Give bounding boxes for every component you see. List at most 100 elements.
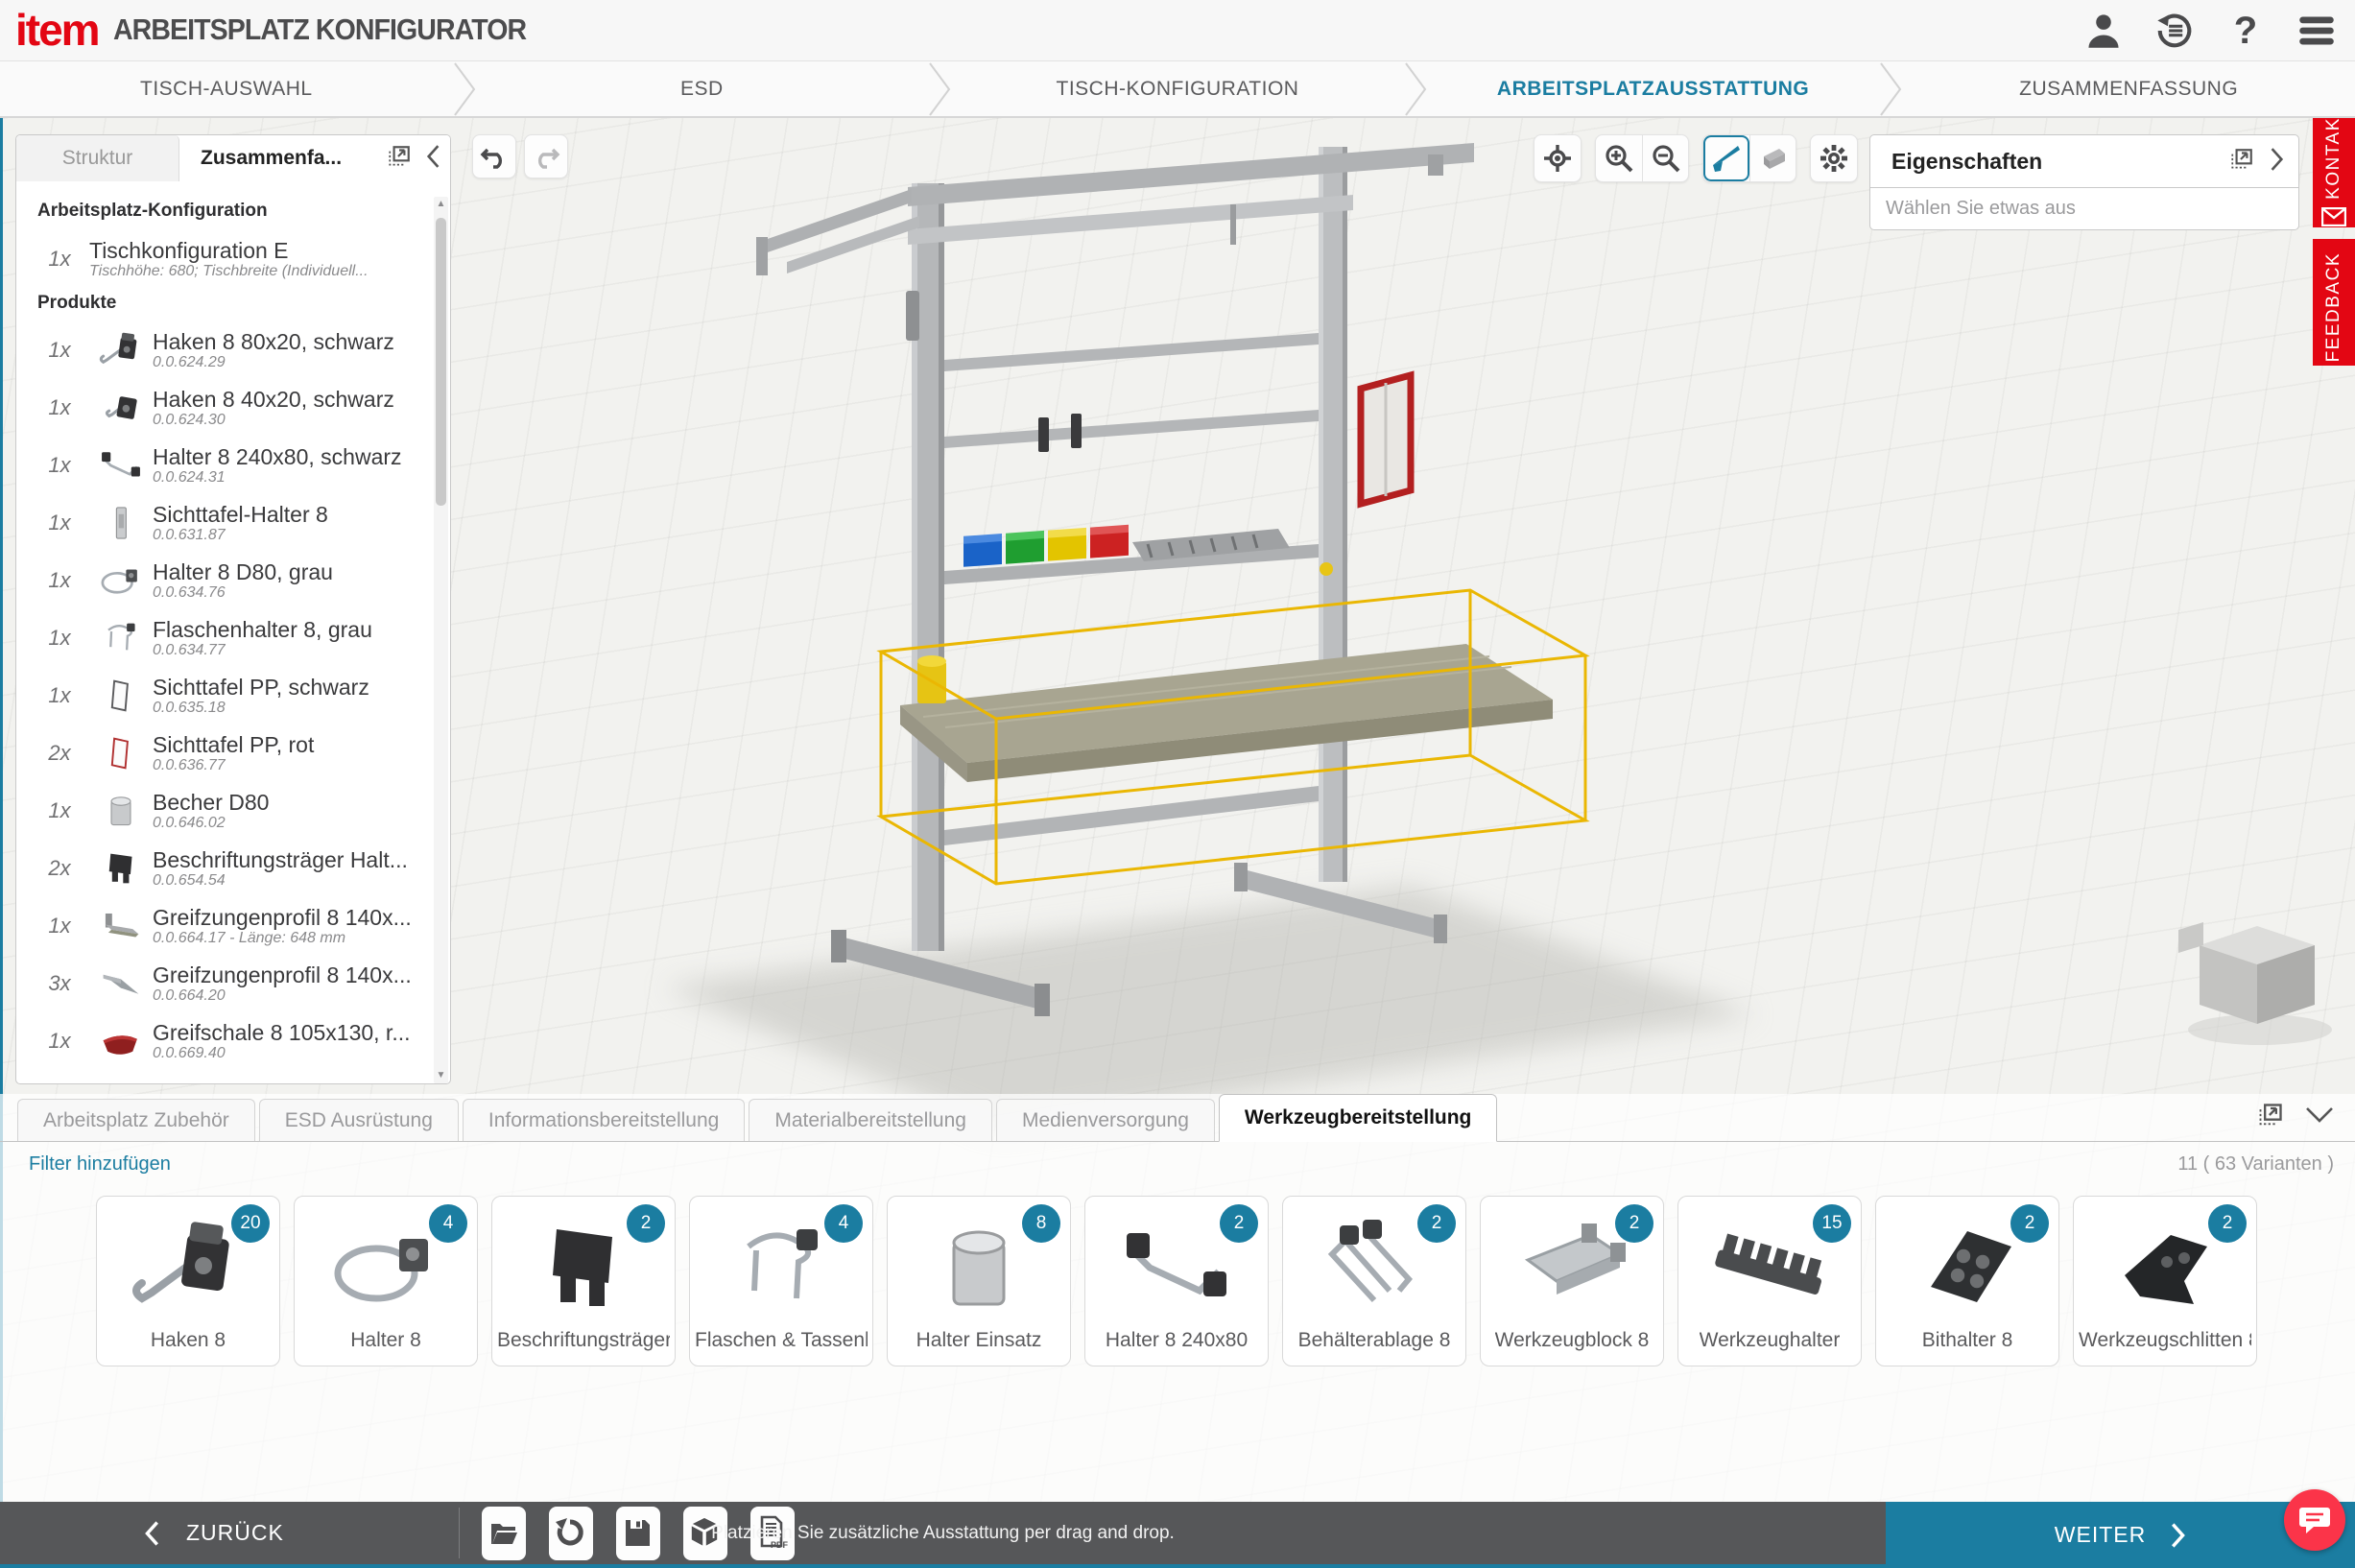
help-icon[interactable]: ?	[2224, 10, 2267, 52]
list-item[interactable]: 1xFlaschenhalter 8, grau0.0.634.77	[30, 609, 417, 667]
catalog-tab-esd-ausrüstung[interactable]: ESD Ausrüstung	[259, 1099, 459, 1141]
item-quantity: 1x	[30, 798, 89, 823]
list-item[interactable]: 1xHaken 8 40x20, schwarz0.0.624.30	[30, 379, 417, 437]
open-folder-icon[interactable]	[482, 1507, 526, 1560]
settings-gear-icon[interactable]	[1811, 135, 1857, 181]
properties-selection-field[interactable]: Wählen Sie etwas aus	[1869, 188, 2299, 230]
popout-properties-icon[interactable]	[2229, 147, 2254, 177]
product-card-haken-8[interactable]: 20Haken 8	[96, 1196, 280, 1366]
list-item[interactable]: 2xSichttafel PP, rot0.0.636.77	[30, 725, 417, 782]
item-code: 0.0.635.18	[153, 700, 417, 717]
step-zusammenfassung[interactable]: ZUSAMMENFASSUNG	[1902, 61, 2355, 116]
panel-scrollbar[interactable]: ▲ ▼	[434, 197, 448, 1083]
list-item[interactable]: 1xBecher D800.0.646.02	[30, 782, 417, 840]
item-code: 0.0.631.87	[153, 527, 417, 544]
product-card-behälterablage-8[interactable]: 2Behälterablage 8	[1282, 1196, 1466, 1366]
product-card-werkzeugschlitten-8[interactable]: 2Werkzeugschlitten 8	[2073, 1196, 2257, 1366]
envelope-icon	[2321, 207, 2346, 231]
item-code: 0.0.669.40	[153, 1045, 417, 1062]
list-item[interactable]: 1xSichttafel-Halter 80.0.631.87	[30, 494, 417, 552]
step-arbeitsplatzausstattung[interactable]: ARBEITSPLATZAUSSTATTUNG	[1427, 61, 1880, 116]
paint-mode-icon[interactable]	[1703, 135, 1749, 181]
item-code: 0.0.654.54	[153, 872, 417, 890]
variant-count-badge: 15	[1813, 1204, 1851, 1243]
list-item[interactable]: 2xBeschriftungsträger Halt...0.0.654.54	[30, 840, 417, 897]
product-thumbnail-icon	[89, 619, 153, 657]
viewport-toolbar	[1534, 134, 1858, 182]
list-item[interactable]: 1xGreifschale 8 105x130, r...0.0.669.40	[30, 1012, 417, 1070]
config-list-item[interactable]: 1x Tischkonfiguration E Tischhöhe: 680; …	[30, 229, 417, 289]
popout-catalog-icon[interactable]	[2257, 1102, 2284, 1133]
cube-3d-icon[interactable]	[683, 1507, 727, 1560]
expand-properties-icon[interactable]	[2270, 147, 2285, 177]
list-item[interactable]: 1xGreifzungenprofil 8 140x...0.0.664.17 …	[30, 897, 417, 955]
item-name: Haken 8 40x20, schwarz	[153, 387, 417, 412]
undo-button[interactable]	[472, 134, 516, 178]
chat-widget-button[interactable]	[2284, 1489, 2345, 1551]
product-card-halter-einsatz[interactable]: 8 Halter Einsatz	[887, 1196, 1071, 1366]
step-tisch-konfiguration[interactable]: TISCH-KONFIGURATION	[951, 61, 1404, 116]
item-quantity: 1x	[30, 914, 89, 938]
item-code: 0.0.634.77	[153, 642, 417, 659]
variant-count-badge: 4	[429, 1204, 467, 1243]
scroll-up-icon[interactable]: ▲	[434, 197, 448, 212]
collapse-catalog-icon[interactable]	[2305, 1106, 2334, 1128]
back-button[interactable]: ZURÜCK	[144, 1502, 284, 1564]
menu-icon[interactable]	[2296, 10, 2338, 52]
zoom-out-icon[interactable]	[1642, 135, 1688, 181]
product-card-werkzeugblock-8[interactable]: 2Werkzeugblock 8	[1480, 1196, 1664, 1366]
product-card-beschriftungsträger[interactable]: 2Beschriftungsträger	[491, 1196, 676, 1366]
catalog-tab-materialbereitstellung[interactable]: Materialbereitstellung	[749, 1099, 992, 1141]
section-header-config: Arbeitsplatz-Konfiguration	[37, 201, 417, 222]
product-card-werkzeughalter[interactable]: 15Werkzeughalter	[1677, 1196, 1862, 1366]
list-item[interactable]: 3xGreifzungenprofil 8 140x...0.0.664.20	[30, 955, 417, 1012]
scrollbar-thumb[interactable]	[436, 218, 446, 506]
variant-count-badge: 8	[1022, 1204, 1060, 1243]
popout-panel-icon[interactable]	[387, 144, 412, 174]
reset-icon[interactable]	[549, 1507, 593, 1560]
add-filter-link[interactable]: Filter hinzufügen	[29, 1153, 171, 1176]
save-icon[interactable]	[616, 1507, 660, 1560]
product-card-bithalter-8[interactable]: 2Bithalter 8	[1875, 1196, 2059, 1366]
product-thumbnail-icon	[89, 964, 153, 1003]
item-quantity: 1x	[30, 395, 89, 420]
product-card-halter-8-240x80[interactable]: 2Halter 8 240x80	[1084, 1196, 1269, 1366]
variant-count-badge: 2	[1615, 1204, 1653, 1243]
item-name: Greifschale 8 105x130, r...	[153, 1020, 417, 1045]
pdf-export-icon[interactable]: PDF	[750, 1507, 795, 1560]
catalog-tab-arbeitsplatz-zubehör[interactable]: Arbeitsplatz Zubehör	[17, 1099, 255, 1141]
list-item[interactable]: 1xSichttafel PP, schwarz0.0.635.18	[30, 667, 417, 725]
arbeitsplatz-konfigurator-app: item ARBEITSPLATZ KONFIGURATOR ? TISCH-A…	[0, 0, 2355, 1568]
variant-count: 11 ( 63 Varianten )	[2177, 1153, 2334, 1176]
solid-mode-icon[interactable]	[1749, 135, 1796, 181]
tab-struktur[interactable]: Struktur	[16, 135, 179, 181]
product-image	[2107, 1197, 2223, 1329]
step-esd[interactable]: ESD	[476, 61, 929, 116]
step-tisch-auswahl[interactable]: TISCH-AUSWAHL	[0, 61, 453, 116]
list-item[interactable]: 1xHaken 8 80x20, schwarz0.0.624.29	[30, 321, 417, 379]
redo-button[interactable]	[524, 134, 568, 178]
product-card-flaschen-tassenh-[interactable]: 4Flaschen & Tassenh...	[689, 1196, 873, 1366]
history-icon[interactable]	[2153, 10, 2196, 52]
list-item[interactable]: 1xHalter 8 240x80, schwarz0.0.624.31	[30, 437, 417, 494]
user-icon[interactable]	[2082, 10, 2125, 52]
product-card-halter-8[interactable]: 4Halter 8	[294, 1196, 478, 1366]
product-card-label: Bithalter 8	[1922, 1329, 2013, 1366]
feedback-tab[interactable]: FEEDBACK	[2313, 239, 2355, 366]
catalog-tab-informationsbereitstellung[interactable]: Informationsbereitstellung	[463, 1099, 745, 1141]
catalog-tab-medienversorgung[interactable]: Medienversorgung	[996, 1099, 1215, 1141]
product-thumbnail-icon	[89, 1022, 153, 1060]
item-quantity: 1x	[30, 511, 89, 535]
zoom-in-icon[interactable]	[1596, 135, 1642, 181]
product-thumbnail-icon	[89, 734, 153, 772]
scroll-down-icon[interactable]: ▼	[434, 1068, 448, 1083]
product-card-label: Halter Einsatz	[916, 1329, 1042, 1366]
item-name: Greifzungenprofil 8 140x...	[153, 905, 417, 930]
catalog-tab-werkzeugbereitstellung[interactable]: Werkzeugbereitstellung	[1219, 1094, 1498, 1142]
item-name: Sichttafel PP, schwarz	[153, 675, 417, 700]
item-quantity: 1x	[30, 247, 89, 272]
list-item[interactable]: 1xHalter 8 D80, grau0.0.634.76	[30, 552, 417, 609]
center-view-icon[interactable]	[1534, 135, 1581, 181]
collapse-panel-icon[interactable]	[425, 144, 440, 174]
item-quantity: 1x	[30, 338, 89, 363]
